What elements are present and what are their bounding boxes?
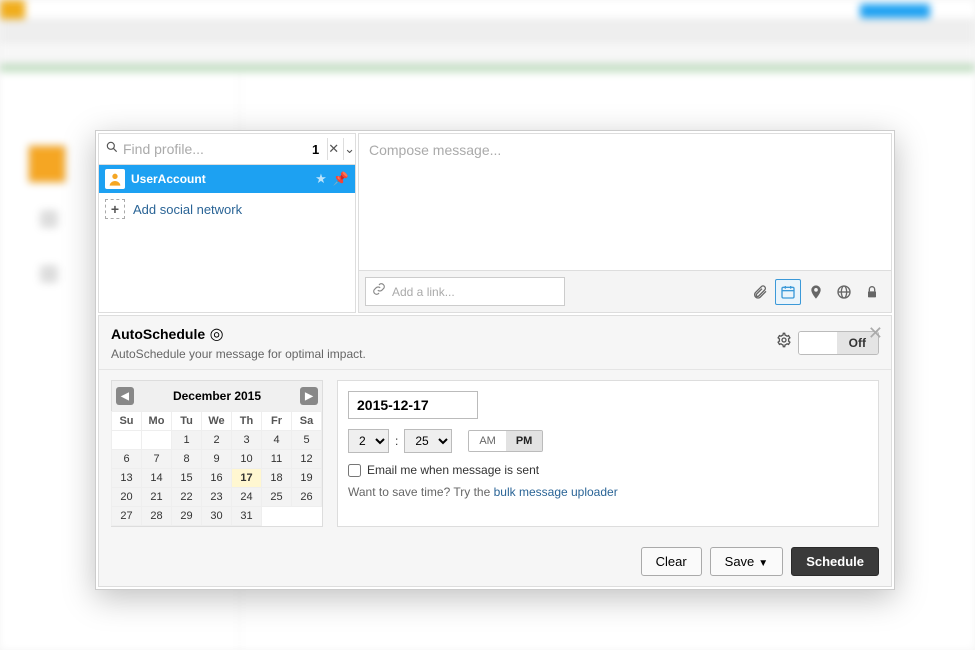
email-checkbox[interactable] — [348, 464, 361, 477]
cal-day[interactable]: 5 — [291, 430, 322, 450]
globe-icon[interactable] — [831, 279, 857, 305]
cal-day[interactable]: 18 — [261, 468, 292, 488]
lock-icon[interactable] — [859, 279, 885, 305]
cal-day[interactable]: 24 — [231, 487, 262, 507]
cal-day-prev — [111, 430, 142, 450]
attach-icon[interactable] — [747, 279, 773, 305]
schedule-button[interactable]: Schedule — [791, 547, 879, 576]
chevron-down-icon: ▼ — [758, 558, 768, 569]
cal-day[interactable]: 7 — [141, 449, 172, 469]
add-network-button[interactable]: + — [105, 199, 125, 219]
time-panel: 2 : 25 AMPM Email me when message is sen… — [337, 380, 879, 527]
cal-day[interactable]: 15 — [171, 468, 202, 488]
cal-day[interactable]: 23 — [201, 487, 232, 507]
compose-panel: Compose message... — [358, 133, 892, 313]
cal-prev-button[interactable]: ◀ — [116, 387, 134, 405]
cal-day[interactable]: 4 — [261, 430, 292, 450]
cal-day[interactable]: 25 — [261, 487, 292, 507]
expand-profiles-icon[interactable]: ⌄ — [343, 138, 355, 160]
star-icon[interactable]: ★ — [315, 171, 327, 187]
cal-day[interactable]: 10 — [231, 449, 262, 469]
cal-day[interactable]: 14 — [141, 468, 172, 488]
calendar: ◀ December 2015 ▶ SuMoTuWeThFrSa12345678… — [111, 380, 323, 527]
schedule-panel: ✕ AutoSchedule ◎ AutoSchedule your messa… — [98, 315, 892, 587]
cal-month: December 2015 — [173, 389, 261, 403]
link-icon — [372, 282, 386, 301]
ampm-toggle[interactable]: AMPM — [468, 430, 543, 452]
profile-item[interactable]: UserAccount ★ 📌 — [99, 165, 355, 193]
cal-day[interactable]: 6 — [111, 449, 142, 469]
email-label: Email me when message is sent — [367, 463, 539, 477]
cal-dow: Mo — [141, 411, 172, 431]
cal-day[interactable]: 27 — [111, 506, 142, 526]
cal-dow: Sa — [291, 411, 322, 431]
date-field[interactable] — [348, 391, 478, 419]
profile-name: UserAccount — [131, 172, 309, 186]
location-icon[interactable] — [803, 279, 829, 305]
autoschedule-title: AutoSchedule — [111, 326, 205, 342]
cal-day[interactable]: 12 — [291, 449, 322, 469]
link-input[interactable] — [392, 285, 558, 299]
autoschedule-toggle[interactable]: Off — [798, 331, 879, 355]
save-button[interactable]: Save▼ — [710, 547, 784, 576]
time-colon: : — [395, 434, 398, 448]
cal-day-prev — [141, 430, 172, 450]
avatar-icon — [105, 169, 125, 189]
cal-dow: Fr — [261, 411, 292, 431]
cal-day[interactable]: 31 — [231, 506, 262, 526]
bulk-hint: Want to save time? Try the bulk message … — [348, 485, 868, 499]
link-input-wrapper — [365, 277, 565, 306]
cal-day[interactable]: 30 — [201, 506, 232, 526]
add-network-link[interactable]: Add social network — [133, 202, 242, 217]
cal-day[interactable]: 28 — [141, 506, 172, 526]
gear-icon[interactable] — [776, 332, 792, 353]
clear-button[interactable]: Clear — [641, 547, 702, 576]
profile-panel: 1 ✕ ⌄ UserAccount ★ 📌 + Add social netwo… — [98, 133, 356, 313]
cal-day[interactable]: 8 — [171, 449, 202, 469]
compose-scheduler-modal: 1 ✕ ⌄ UserAccount ★ 📌 + Add social netwo… — [95, 130, 895, 590]
search-icon — [105, 140, 119, 159]
hour-select[interactable]: 2 — [348, 429, 389, 453]
cal-dow: Th — [231, 411, 262, 431]
cal-day[interactable]: 26 — [291, 487, 322, 507]
cal-dow: Tu — [171, 411, 202, 431]
cal-day[interactable]: 29 — [171, 506, 202, 526]
minute-select[interactable]: 25 — [404, 429, 452, 453]
clear-profile-icon[interactable]: ✕ — [327, 138, 339, 160]
profile-count: 1 — [308, 142, 323, 157]
cal-day[interactable]: 16 — [201, 468, 232, 488]
pin-icon[interactable]: 📌 — [333, 171, 349, 187]
cal-day[interactable]: 9 — [201, 449, 232, 469]
cal-day[interactable]: 13 — [111, 468, 142, 488]
cal-day[interactable]: 21 — [141, 487, 172, 507]
profile-search-input[interactable] — [123, 141, 304, 157]
cal-day[interactable]: 22 — [171, 487, 202, 507]
cal-dow: We — [201, 411, 232, 431]
compose-textarea[interactable]: Compose message... — [359, 134, 891, 270]
cal-day[interactable]: 2 — [201, 430, 232, 450]
cal-day[interactable]: 20 — [111, 487, 142, 507]
autoschedule-desc: AutoSchedule your message for optimal im… — [111, 347, 366, 361]
cal-next-button[interactable]: ▶ — [300, 387, 318, 405]
autoschedule-badge-icon: ◎ — [210, 326, 224, 343]
cal-day[interactable]: 11 — [261, 449, 292, 469]
bulk-uploader-link[interactable]: bulk message uploader — [494, 485, 618, 499]
calendar-icon[interactable] — [775, 279, 801, 305]
cal-day[interactable]: 1 — [171, 430, 202, 450]
cal-day[interactable]: 17 — [231, 468, 262, 488]
cal-dow: Su — [111, 411, 142, 431]
close-icon[interactable]: ✕ — [868, 323, 883, 344]
cal-day[interactable]: 19 — [291, 468, 322, 488]
cal-day[interactable]: 3 — [231, 430, 262, 450]
